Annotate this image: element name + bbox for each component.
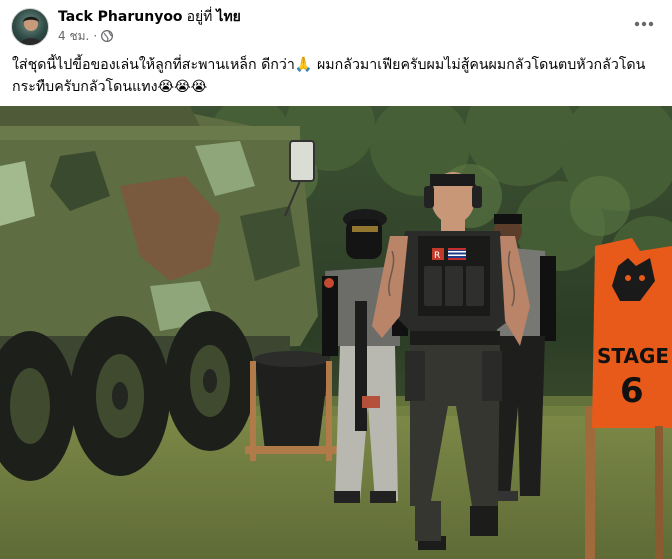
globe-icon[interactable] xyxy=(101,29,114,43)
sign-pole xyxy=(655,426,663,559)
post-text: ใส่ชุดนี้ไปขี้อของเล่นให้ลูกที่สะพานเหล็… xyxy=(12,57,646,95)
patch-label: R xyxy=(434,251,440,261)
avatar[interactable] xyxy=(11,8,49,46)
author-line: Tack Pharunyoo อยู่ที่ ไทย xyxy=(58,8,241,26)
meta-separator: · xyxy=(93,29,98,43)
post-time[interactable]: 4 ชม. xyxy=(58,29,89,43)
post-header: Tack Pharunyoo อยู่ที่ ไทย 4 ชม. · xyxy=(0,0,672,50)
stage-sign-label: STAGE xyxy=(597,344,669,368)
stage-sign-number: 6 xyxy=(620,371,644,411)
post-meta: 4 ชม. · xyxy=(58,29,114,43)
location-prefix: อยู่ที่ xyxy=(186,9,213,25)
more-options-button[interactable] xyxy=(630,10,658,38)
location-name[interactable]: ไทย xyxy=(216,9,240,25)
more-dots-icon xyxy=(634,21,654,27)
post-photo[interactable]: R STAGE 6 xyxy=(0,106,672,559)
author-name[interactable]: Tack Pharunyoo xyxy=(58,9,183,25)
